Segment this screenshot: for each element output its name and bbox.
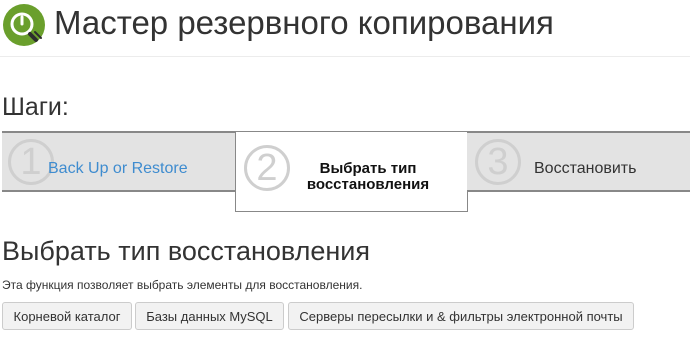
step-1[interactable]: 1 Back Up or Restore (2, 131, 236, 192)
steps-heading: Шаги: (2, 93, 69, 121)
page-header: Мастер резервного копирования (0, 0, 690, 58)
wizard-steps: 1 Back Up or Restore 2 Выбрать тип восст… (0, 131, 690, 213)
step-2-label: Выбрать тип восстановления (286, 161, 450, 193)
step-2-label-line1: Выбрать тип (319, 160, 417, 177)
step-3-number: 3 (475, 139, 521, 185)
root-directory-button[interactable]: Корневой каталог (2, 302, 132, 330)
step-2-number: 2 (244, 145, 290, 191)
step-3: 3 Восстановить (467, 131, 690, 192)
step-3-label: Восстановить (534, 160, 637, 177)
step-1-link[interactable]: Back Up or Restore (48, 160, 188, 178)
mysql-databases-button[interactable]: Базы данных MySQL (135, 302, 284, 330)
header-divider (0, 56, 690, 57)
section-title: Выбрать тип восстановления (2, 236, 370, 266)
section-description: Эта функция позволяет выбрать элементы д… (2, 278, 363, 292)
page-title: Мастер резервного копирования (54, 4, 554, 41)
step-2-label-line2: восстановления (306, 176, 430, 193)
step-2-active: 2 Выбрать тип восстановления (235, 131, 468, 212)
email-forwarders-filters-button[interactable]: Серверы пересылки и & фильтры электронно… (288, 302, 634, 330)
backup-wizard-logo-icon (3, 4, 45, 46)
